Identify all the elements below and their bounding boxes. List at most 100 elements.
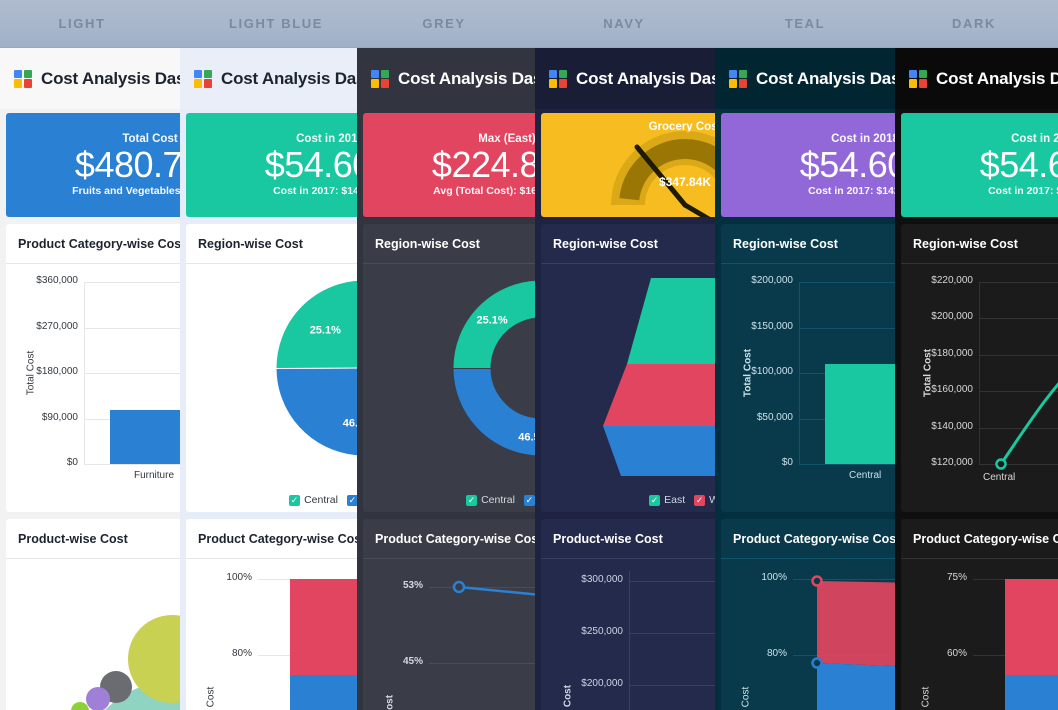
- kpi-sublabel: Fruits and Vegetables: $287.1...: [72, 185, 180, 198]
- chart-body[interactable]: 28.4%46.5%25.1%✓Central✓East: [186, 264, 360, 512]
- chart-card-bottom: Product-wise Cost: [6, 519, 180, 710]
- gridline: [629, 581, 715, 582]
- chart-body[interactable]: $220,000 $200,000 $180,000 $160,000 $140,000…: [901, 264, 1058, 512]
- app-header: Cost Analysis Dashboard: [895, 48, 1058, 109]
- line-series[interactable]: [363, 559, 537, 710]
- chart-body[interactable]: 28.4%46.5%25.1%✓Central✓East: [363, 264, 537, 512]
- logo-square-4: [380, 79, 389, 88]
- chart-card-bottom: Product Category-wise Cost by Region53%4…: [363, 519, 537, 710]
- app-header: Cost Analysis Dashboard: [357, 48, 537, 109]
- logo-square-3: [14, 79, 23, 88]
- logo-square-4: [203, 79, 212, 88]
- legend-checkbox[interactable]: ✓: [523, 494, 535, 506]
- chart-body[interactable]: $300,000$250,000$200,000$150,000Total Co…: [541, 559, 715, 710]
- y-axis-tick: $250,000: [581, 626, 623, 637]
- kpi-label: Total Cost: [122, 132, 178, 145]
- chart-card-top: Region-wise Cost46.5%28.4%24.1%✓East✓Wes…: [541, 224, 715, 512]
- x-axis-tick: Central: [983, 472, 1016, 483]
- legend-checkbox[interactable]: ✓: [649, 494, 661, 506]
- theme-tab-navy[interactable]: NAVY: [603, 16, 645, 31]
- svg-text:25.1%: 25.1%: [310, 325, 341, 337]
- gridline: [84, 282, 180, 283]
- panel-content: Cost Analysis Dashboard Grocery Cost$347.…: [535, 48, 715, 710]
- kpi-sublabel: Avg (Total Cost): $160,258.1...: [433, 185, 537, 198]
- logo-square-3: [909, 79, 918, 88]
- app-logo-icon: [194, 69, 212, 88]
- kpi-card-light-blue[interactable]: Cost in 2018$54.60KCost in 2017: $142.60…: [186, 113, 360, 217]
- chart-body[interactable]: 100%80%60%Total Cost: [186, 559, 360, 710]
- stacked-area-series[interactable]: [721, 559, 895, 710]
- panel-content: Cost Analysis Dashboard Cost in 2018$54.6…: [715, 48, 895, 710]
- bar[interactable]: [825, 364, 895, 464]
- panel-content: Cost Analysis Dashboard Cost in 2018$54.6…: [895, 48, 1058, 710]
- stacked-segment-top[interactable]: [1005, 579, 1058, 675]
- chart-body[interactable]: 46.5%28.4%24.1%✓East ✓West: [541, 264, 715, 512]
- legend-item[interactable]: ✓ Central: [466, 494, 515, 506]
- theme-selector-bar[interactable]: LIGHT LIGHT BLUE GREY NAVY TEAL DARK: [0, 0, 1058, 48]
- y-axis-tick: $0: [66, 457, 78, 468]
- bubble-chart[interactable]: [6, 559, 180, 710]
- kpi-sublabel: Cost in 2017: $142.60K: [988, 185, 1058, 198]
- legend-item[interactable]: ✓ Central: [289, 494, 338, 506]
- app-title: Cost Analysis Dashboard: [41, 68, 180, 88]
- stacked-segment-bottom[interactable]: [1005, 675, 1058, 710]
- theme-tab-dark[interactable]: DARK: [952, 16, 996, 31]
- app-header: Cost Analysis Dashboard: [180, 48, 360, 109]
- chart-body[interactable]: [6, 559, 180, 710]
- legend-checkbox[interactable]: ✓: [289, 494, 301, 506]
- legend-checkbox[interactable]: ✓: [466, 494, 478, 506]
- theme-tab-light-blue[interactable]: LIGHT BLUE: [229, 16, 323, 31]
- chart-legend[interactable]: ✓Central✓East: [363, 494, 537, 506]
- pie-chart[interactable]: 28.4%46.5%25.1%: [186, 264, 360, 512]
- logo-square-2: [918, 69, 927, 78]
- legend-checkbox[interactable]: ✓: [694, 494, 706, 506]
- app-logo-icon: [549, 69, 567, 88]
- kpi-card-grey[interactable]: Max (East)$224.85KAvg (Total Cost): $160…: [363, 113, 537, 217]
- app-logo-icon: [729, 69, 747, 88]
- chart-card-top: Region-wise Cost28.4%46.5%25.1%✓Central✓…: [363, 224, 537, 512]
- y-axis-line: [629, 571, 630, 710]
- chart-body[interactable]: 53%45%37%Total Cost: [363, 559, 537, 710]
- legend-item[interactable]: ✓East: [649, 494, 685, 506]
- kpi-card-teal[interactable]: Cost in 2018$54.60KCost in 2017: $142.60…: [721, 113, 895, 217]
- funnel-chart[interactable]: 46.5%28.4%24.1%: [541, 264, 715, 512]
- chart-body[interactable]: 100%80%60%Total Cost: [721, 559, 895, 710]
- chart-title: Region-wise Cost: [721, 224, 895, 264]
- kpi-card-dark[interactable]: Cost in 2018$54.60KCost in 2017: $142.60…: [901, 113, 1058, 217]
- y-axis-line: [84, 282, 85, 464]
- kpi-label: Cost in 2018: [831, 132, 895, 145]
- panel-content: Cost Analysis Dashboard Cost in 2018$54.6…: [180, 48, 360, 710]
- theme-tab-light[interactable]: LIGHT: [59, 16, 106, 31]
- stacked-segment-bottom[interactable]: [290, 675, 360, 710]
- bar[interactable]: [110, 410, 180, 464]
- logo-square-4: [918, 79, 927, 88]
- y-axis-tick: $90,000: [41, 411, 78, 423]
- theme-tab-teal[interactable]: TEAL: [785, 16, 825, 31]
- kpi-value: $480.77K: [74, 143, 180, 185]
- theme-panel-grey: Cost Analysis Dashboard Max (East)$224.85…: [357, 48, 537, 710]
- y-axis-tick: $150,000: [751, 320, 793, 332]
- chart-card-bottom: Product Category-wise Cost by Region100%…: [721, 519, 895, 710]
- chart-body[interactable]: $200,000 $150,000 $100,000 $50,000 $0 Total C…: [721, 264, 895, 512]
- logo-square-3: [729, 79, 738, 88]
- kpi-card-light[interactable]: Total Cost$480.77KFruits and Vegetables:…: [6, 113, 180, 217]
- chart-legend[interactable]: ✓East ✓West: [541, 494, 715, 506]
- legend-label: Central: [481, 494, 515, 506]
- chart-title: Product-wise Cost: [6, 519, 180, 559]
- chart-body[interactable]: 75% 60% Total Cost: [901, 559, 1058, 710]
- legend-item[interactable]: ✓West: [694, 494, 715, 506]
- kpi-card-navy[interactable]: Grocery Cost $347.84K: [541, 113, 715, 217]
- app-header: Cost Analysis Dashboard: [535, 48, 715, 109]
- chart-legend[interactable]: ✓Central✓East: [186, 494, 360, 506]
- stacked-segment-top[interactable]: [290, 579, 360, 675]
- kpi-label: Max (East): [478, 132, 536, 145]
- theme-panel-dark: Cost Analysis Dashboard Cost in 2018$54.6…: [895, 48, 1058, 710]
- panel-content: Cost Analysis Dashboard Max (East)$224.85…: [357, 48, 537, 710]
- theme-tab-grey[interactable]: GREY: [422, 16, 465, 31]
- kpi-label: Cost in 2018: [1011, 132, 1058, 145]
- chart-body[interactable]: $360,000 $270,000 $180,000 $90,000 $0 Total C…: [6, 264, 180, 512]
- kpi-value: $54.60K: [799, 143, 895, 185]
- donut-chart[interactable]: 28.4%46.5%25.1%: [363, 264, 537, 512]
- chart-title: Product Category-wise Cost by Region: [363, 519, 537, 559]
- kpi-sublabel: Cost in 2017: $142.60K: [273, 185, 360, 198]
